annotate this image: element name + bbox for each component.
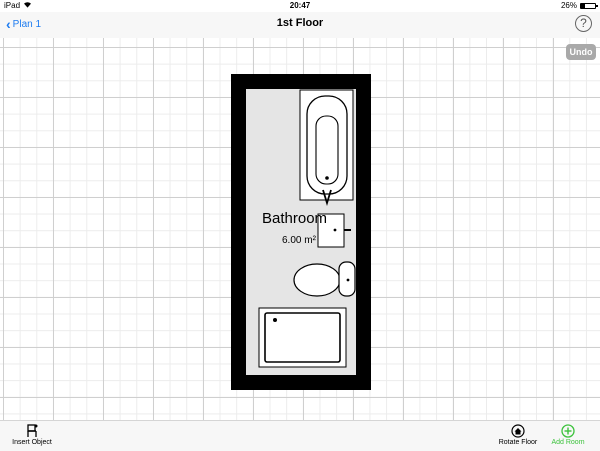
back-button[interactable]: ‹ Plan 1: [6, 17, 41, 31]
chair-icon: [10, 423, 54, 439]
battery-icon: [580, 3, 598, 9]
shower-tray-icon[interactable]: [258, 307, 347, 368]
chevron-left-icon: ‹: [6, 16, 11, 32]
rotate-floor-label: Rotate Floor: [498, 439, 538, 446]
clock: 20:47: [289, 1, 311, 10]
undo-button[interactable]: Undo: [566, 44, 596, 60]
floor-plan-canvas[interactable]: Bathroom 6.00 m² Undo: [0, 38, 600, 420]
insert-object-button[interactable]: Insert Object: [10, 423, 54, 446]
navigation-bar: ‹ Plan 1 1st Floor ?: [0, 12, 600, 39]
floor-plan: [231, 74, 371, 390]
room-area-label: 6.00 m²: [282, 235, 316, 246]
room-name-label[interactable]: Bathroom: [262, 210, 327, 227]
rotate-floor-button[interactable]: Rotate Floor: [498, 423, 538, 446]
add-room-label: Add Room: [551, 439, 585, 446]
plus-circle-icon: [548, 423, 588, 439]
rotate-house-icon: [498, 423, 538, 439]
back-button-label: Plan 1: [12, 18, 42, 30]
page-title: 1st Floor: [276, 17, 324, 29]
toilet-icon[interactable]: [293, 261, 356, 297]
insert-object-label: Insert Object: [12, 439, 52, 446]
add-room-button[interactable]: Add Room: [548, 423, 588, 446]
status-bar: iPad 20:47 26%: [0, 0, 600, 12]
bathtub-icon[interactable]: [299, 89, 354, 207]
bottom-toolbar: Insert Object Rotate Floor Add Room: [0, 420, 600, 451]
battery-percent: 26%: [560, 1, 577, 10]
status-right: 26%: [560, 0, 598, 12]
help-button[interactable]: ?: [575, 15, 592, 32]
